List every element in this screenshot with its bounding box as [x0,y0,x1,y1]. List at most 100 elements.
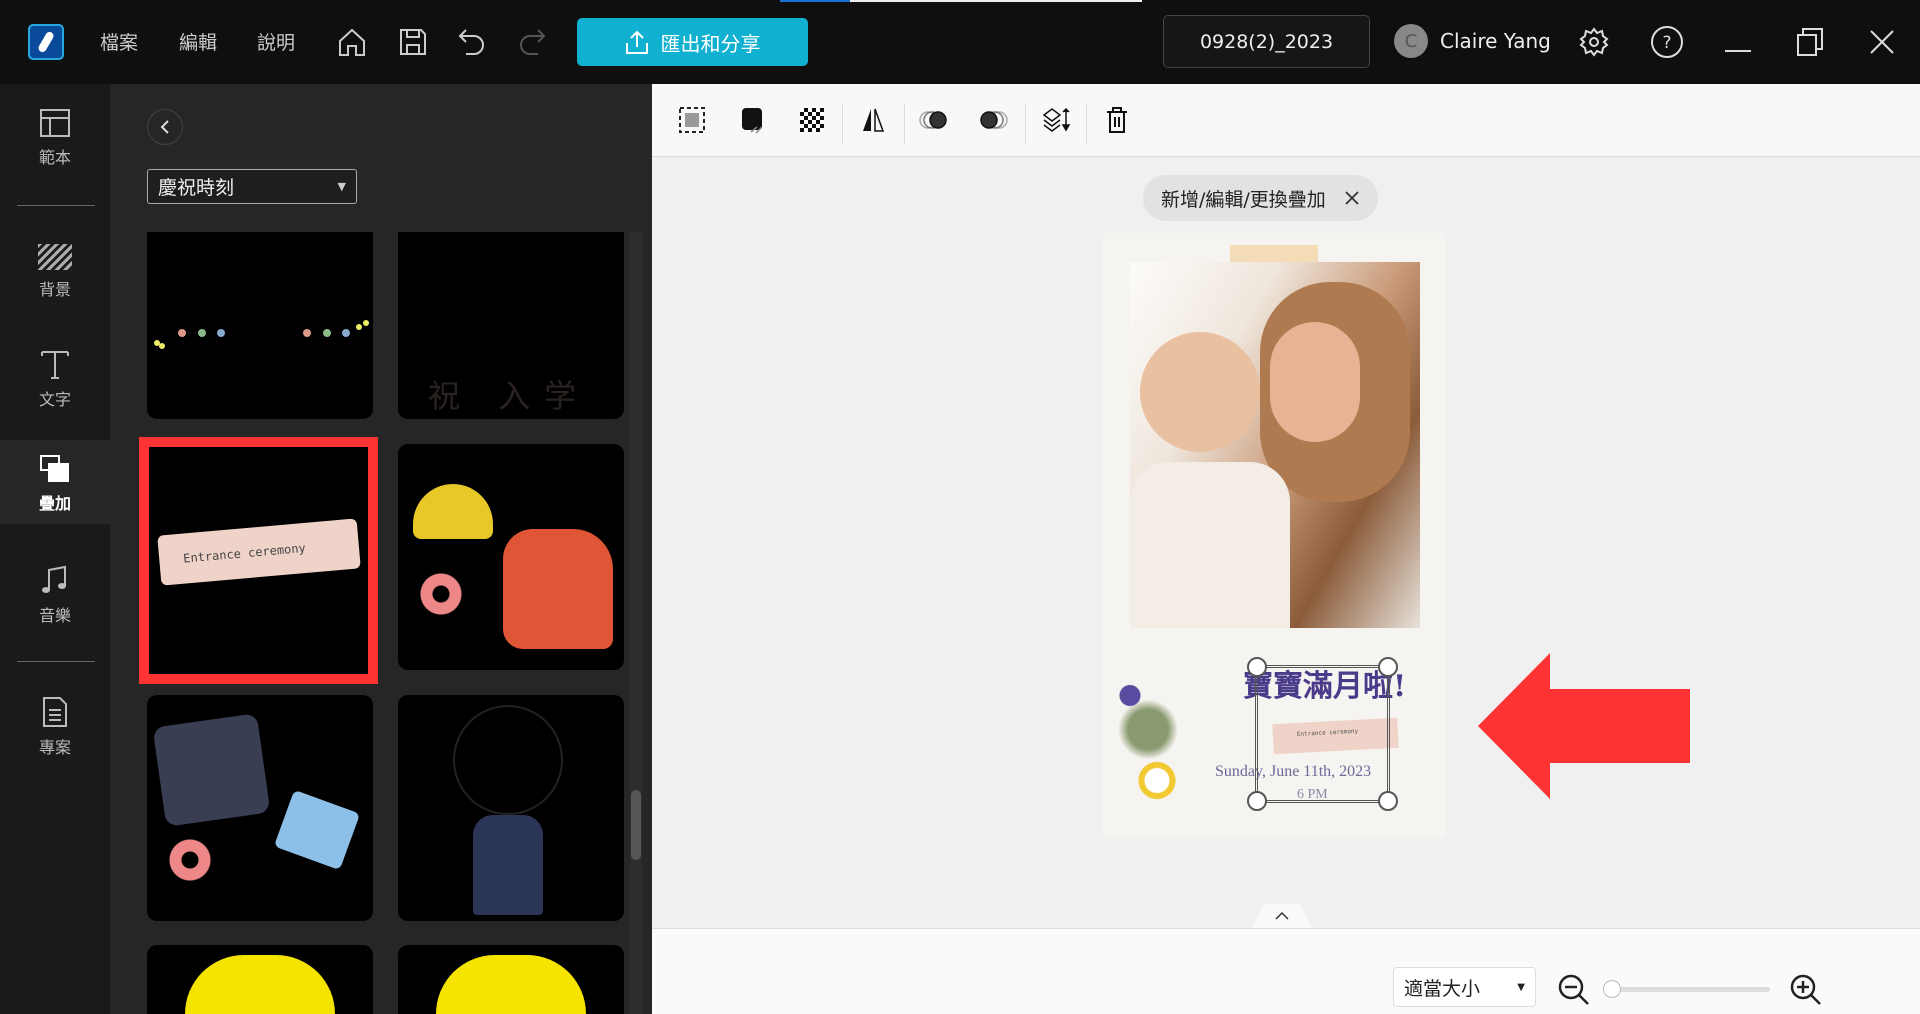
sidebar-item-background[interactable]: 背景 [0,244,110,300]
tab-indicator-light [850,0,1142,2]
overlay-tile-yellow-hat[interactable] [147,945,373,1014]
zoom-slider-thumb[interactable] [1603,980,1621,998]
shadow-button[interactable] [734,102,770,138]
sidebar-item-music[interactable]: 音樂 [0,564,110,626]
bring-forward-button[interactable] [917,102,953,138]
export-share-label: 匯出和分享 [660,31,761,56]
entrance-ceremony-sticker: Entrance ceremony [157,518,361,586]
crop-icon [679,107,705,133]
zoom-out-icon[interactable] [1557,973,1591,1007]
back-button[interactable] [147,109,183,145]
design-card[interactable]: 寶寶滿月啦! Entrance ceremony Sunday, June 11… [1103,233,1445,838]
divider [1086,104,1087,144]
trash-icon [1107,107,1127,133]
zoom-fit-dropdown[interactable]: 適當大小 ▼ [1393,967,1536,1007]
divider [17,205,95,206]
yellow-hat-image [436,955,586,1014]
yellow-hat-image [185,955,335,1014]
overlay-tile-entrance-ceremony-selected[interactable]: Entrance ceremony [139,437,378,684]
overlay-tile-hat-backpack[interactable] [398,444,624,670]
overlay-tile-garland[interactable] [147,232,373,419]
divider [17,661,95,662]
expand-timeline-button[interactable] [1252,904,1312,928]
flower-bouquet [1103,653,1193,823]
divider [842,104,843,144]
flower-image [416,569,466,619]
layer-order-button[interactable] [1038,102,1074,138]
template-icon [40,109,70,137]
close-button[interactable] [1868,28,1896,56]
overlay-hint-tooltip: 新增/編輯/更換疊加 [1143,175,1378,221]
resize-handle-top-right[interactable] [1378,657,1398,677]
student-head-image [453,705,563,815]
baby-face [1140,332,1260,452]
gear-icon[interactable] [1578,26,1610,58]
caret-down-icon: ▼ [337,180,346,193]
resize-handle-bottom-left[interactable] [1247,791,1267,811]
tab-indicator [780,0,850,2]
project-icon [43,697,67,727]
uniform-image [152,713,271,827]
sidebar-item-project[interactable]: 專案 [0,696,110,758]
overlay-tile-uniform[interactable] [147,695,373,921]
tooltip-text: 新增/編輯/更換疊加 [1161,188,1326,211]
background-icon [38,244,72,270]
overlay-tile-student[interactable] [398,695,624,921]
flip-icon [863,108,885,132]
sidebar-item-label: 文字 [38,390,71,409]
crop-button[interactable] [674,102,710,138]
delete-button[interactable] [1099,102,1135,138]
home-icon[interactable] [336,26,368,58]
zoom-in-icon[interactable] [1789,973,1823,1007]
minimize-button[interactable] [1725,50,1751,52]
entrance-celebration-text: 祝 入学 [428,377,591,415]
flower-image [165,835,215,885]
overlay-tile-yellow-hat-2[interactable] [398,945,624,1014]
sidebar-item-overlay[interactable]: 疊加 [0,440,110,524]
selection-box[interactable] [1247,657,1398,811]
chevron-left-icon [160,120,169,134]
restore-button[interactable] [1795,26,1825,58]
resize-handle-top-left[interactable] [1247,657,1267,677]
redo-icon[interactable] [516,26,548,58]
sidebar-item-label: 範本 [38,148,71,167]
export-share-button[interactable]: 匯出和分享 [577,18,808,66]
save-icon[interactable] [397,26,429,58]
send-backward-icon [980,111,1008,129]
project-name-field[interactable]: 0928(2)_2023 [1163,15,1370,68]
menu-edit[interactable]: 編輯 [179,28,217,55]
transparency-button[interactable] [794,102,830,138]
overlay-tile-entrance-celebration[interactable]: 祝 入学 [398,232,624,419]
yellow-hat-image [413,484,493,539]
menu-file[interactable]: 檔案 [100,28,138,55]
menu-help[interactable]: 說明 [257,28,295,55]
close-icon[interactable] [1344,190,1360,206]
layers-icon [1042,107,1071,132]
edit-toolbar [652,84,1920,157]
scrollbar-thumb[interactable] [631,790,641,860]
music-icon [42,565,66,593]
sidebar-item-template[interactable]: 範本 [0,108,110,168]
flip-button[interactable] [855,102,891,138]
scrollbar[interactable] [630,232,642,1014]
zoom-slider[interactable] [1603,980,1770,998]
help-icon[interactable]: ? [1650,25,1684,59]
sidebar: 範本 背景 文字 疊加 音樂 專案 [0,84,110,1014]
category-value: 慶祝時刻 [158,177,235,199]
overlay-icon [40,455,69,482]
bring-forward-icon [919,111,947,129]
category-dropdown[interactable]: 慶祝時刻 ▼ [147,169,357,204]
send-backward-button[interactable] [974,102,1010,138]
sidebar-item-text[interactable]: 文字 [0,348,110,410]
garland-thumbnail [154,320,369,349]
avatar[interactable]: C [1394,24,1428,58]
upload-icon [625,30,648,54]
overlay-panel: 慶祝時刻 ▼ 祝 入学 Entrance ceremony [110,84,652,1014]
caret-down-icon: ▼ [1517,981,1525,993]
resize-handle-bottom-right[interactable] [1378,791,1398,811]
svg-text:?: ? [1662,33,1671,53]
title-bar: 檔案 編輯 說明 匯出和分享 0928(2)_2023 C Claire Yan… [0,0,1920,84]
divider [1025,104,1026,144]
undo-icon[interactable] [456,26,488,58]
user-name[interactable]: Claire Yang [1440,29,1551,53]
